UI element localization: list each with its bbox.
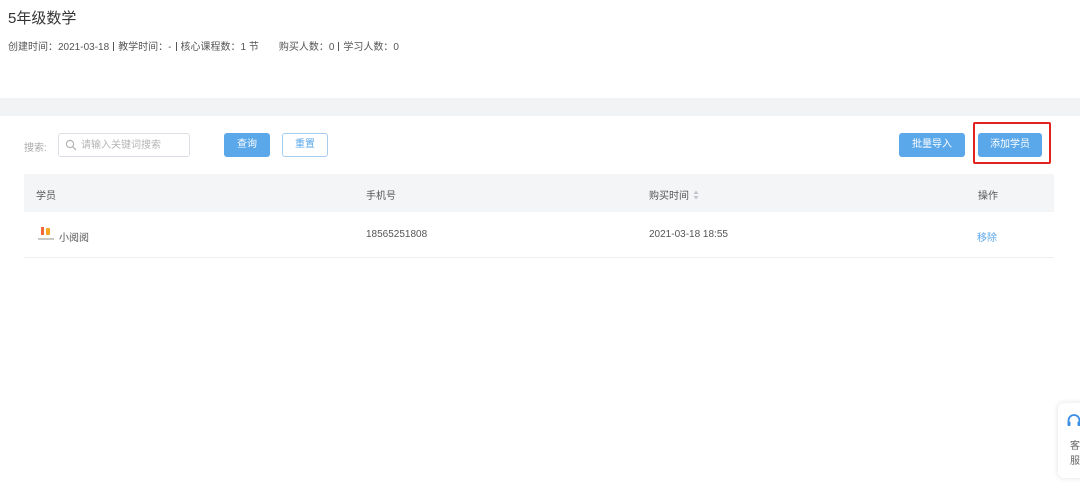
student-phone: 18565251808 — [366, 229, 428, 240]
sort-icon[interactable] — [693, 190, 699, 200]
meta-learners: 学习人数：0 — [343, 42, 399, 53]
remove-link[interactable]: 移除 — [977, 229, 997, 244]
meta-core-courses: 核心课程数：1 节 — [180, 42, 259, 53]
search-label: 搜索: — [24, 143, 47, 154]
avatar-logo — [38, 227, 54, 240]
meta-teaching-time: 教学时间：- — [118, 42, 172, 53]
batch-import-button[interactable]: 批量导入 — [899, 133, 965, 157]
page-title: 5年级数学 — [8, 10, 77, 27]
section-separator — [0, 98, 1080, 116]
column-header-student: 学员 — [36, 191, 56, 202]
column-header-purchase-time-label: 购买时间 — [649, 191, 689, 202]
search-input[interactable] — [58, 133, 190, 157]
column-header-action: 操作 — [978, 191, 998, 202]
reset-button[interactable]: 重置 — [282, 133, 328, 157]
table-header: 学员 手机号 购买时间 操作 — [24, 174, 1054, 212]
column-header-purchase-time[interactable]: 购买时间 — [649, 187, 699, 202]
table-row: 小阅阅 18565251808 2021-03-18 18:55 移除 — [24, 212, 1054, 258]
headset-icon — [1067, 414, 1080, 426]
customer-service-widget[interactable]: 客服 — [1058, 403, 1080, 478]
highlight-frame — [973, 122, 1051, 164]
search-field[interactable] — [81, 137, 185, 153]
query-button[interactable]: 查询 — [224, 133, 270, 157]
meta-divider — [175, 42, 177, 51]
customer-service-label: 客服 — [1070, 441, 1080, 467]
course-header: 5年级数学 创建时间：2021-03-18 教学时间：- 核心课程数：1 节 购买人数… — [0, 0, 1080, 98]
student-name: 小阅阅 — [59, 233, 89, 244]
meta-buyers: 购买人数：0 — [278, 42, 335, 53]
meta-created: 创建时间：2021-03-18 — [8, 42, 110, 53]
column-header-phone: 手机号 — [366, 191, 396, 202]
course-meta: 创建时间：2021-03-18 教学时间：- 核心课程数：1 节 购买人数：0 学习人数… — [8, 38, 399, 53]
purchase-time: 2021-03-18 18:55 — [649, 229, 728, 240]
search-icon — [65, 139, 77, 151]
meta-divider — [113, 42, 115, 51]
meta-divider — [338, 42, 340, 51]
